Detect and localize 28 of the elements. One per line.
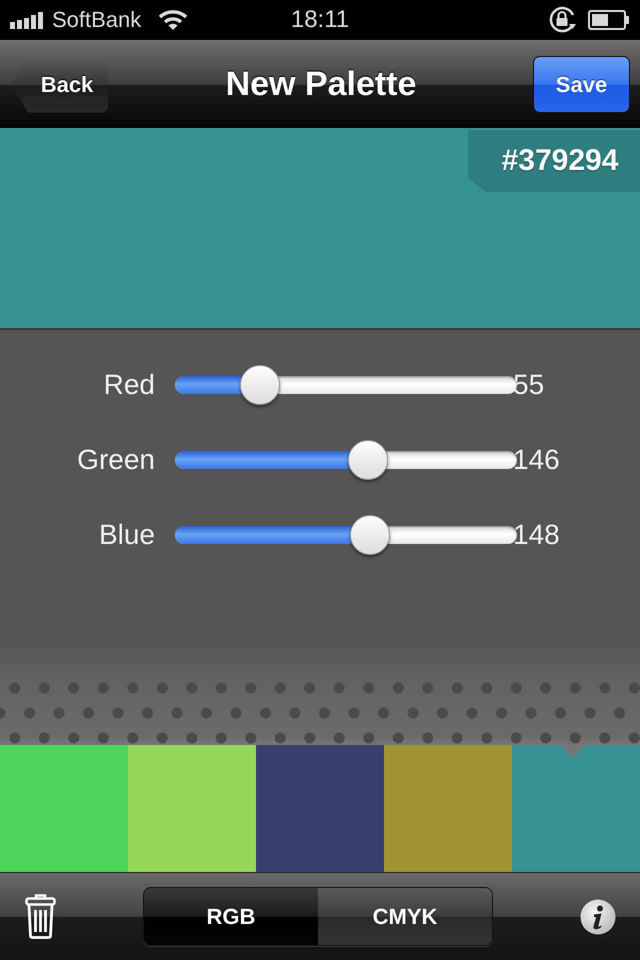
- carrier-name: SoftBank: [52, 7, 142, 33]
- signal-icon: [10, 12, 45, 28]
- segment-tab[interactable]: CMYK: [318, 888, 492, 945]
- hex-code-tag: #379294: [468, 130, 640, 192]
- save-button[interactable]: Save: [533, 56, 630, 113]
- slider-label: Green: [76, 444, 155, 476]
- trash-icon[interactable]: [25, 894, 56, 939]
- slider-value: 55: [513, 369, 546, 401]
- slider-label: Red: [102, 369, 155, 401]
- screen-title: New Palette: [226, 65, 416, 104]
- selection-pointer-icon: [560, 745, 586, 757]
- status-time: 18:11: [290, 6, 350, 34]
- color-swatch[interactable]: [256, 745, 384, 872]
- slider-thumb[interactable]: [348, 440, 388, 480]
- slider-label: Blue: [98, 519, 155, 551]
- segment-tab[interactable]: RGB: [144, 888, 318, 945]
- color-swatch[interactable]: [384, 745, 512, 872]
- slider-value: 148: [513, 519, 561, 551]
- color-swatch[interactable]: [0, 745, 128, 872]
- color-swatch[interactable]: [128, 745, 256, 872]
- rotation-lock-icon: [548, 6, 578, 34]
- battery-icon: [588, 10, 630, 30]
- color-swatch[interactable]: [512, 745, 640, 872]
- wifi-icon: [158, 9, 188, 31]
- slider-value: 146: [513, 444, 561, 476]
- slider-thumb[interactable]: [240, 365, 280, 405]
- info-icon[interactable]: [580, 898, 616, 934]
- slider-thumb[interactable]: [350, 515, 390, 555]
